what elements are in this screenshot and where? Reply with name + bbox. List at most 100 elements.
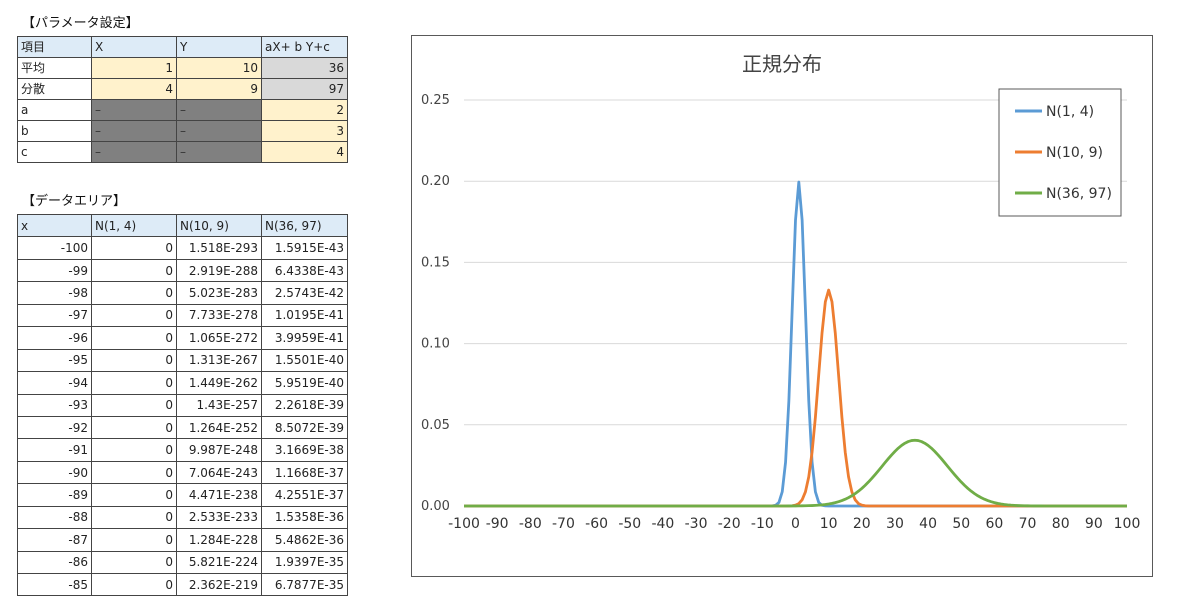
params-header-result[interactable]: aX+ b Y+c: [261, 36, 348, 58]
variance-y-cell[interactable]: 9: [176, 78, 262, 100]
x-tick-label: 90: [1085, 516, 1103, 532]
n2-cell[interactable]: 2.362E-219: [176, 572, 262, 596]
n1-cell[interactable]: 0: [91, 371, 177, 395]
mean-result-cell[interactable]: 36: [261, 57, 348, 79]
n3-cell[interactable]: 1.5501E-40: [261, 348, 348, 373]
n1-cell[interactable]: 0: [91, 438, 177, 462]
data-header-n2[interactable]: N(10, 9): [176, 213, 262, 238]
data-header-n1[interactable]: N(1, 4): [91, 213, 177, 238]
c-value-cell[interactable]: 4: [261, 141, 348, 163]
n1-cell[interactable]: 0: [91, 393, 177, 417]
n2-cell[interactable]: 1.264E-252: [176, 415, 262, 440]
n2-cell[interactable]: 9.987E-248: [176, 438, 262, 462]
n1-cell[interactable]: 0: [91, 528, 177, 552]
a-y-cell[interactable]: –: [176, 99, 262, 121]
params-row-label[interactable]: c: [17, 141, 92, 163]
n1-cell[interactable]: 0: [91, 460, 177, 485]
n3-cell[interactable]: 6.7877E-35: [261, 572, 348, 596]
n3-cell[interactable]: 6.4338E-43: [261, 258, 348, 283]
n2-cell[interactable]: 1.518E-293: [176, 236, 262, 260]
n3-cell[interactable]: 5.4862E-36: [261, 528, 348, 552]
x-cell[interactable]: -91: [17, 438, 92, 462]
n2-cell[interactable]: 7.064E-243: [176, 460, 262, 485]
b-y-cell[interactable]: –: [176, 120, 262, 142]
n3-cell[interactable]: 4.2551E-37: [261, 483, 348, 507]
n2-cell[interactable]: 7.733E-278: [176, 303, 262, 328]
params-row-b: b – – 3: [17, 120, 348, 142]
n3-cell[interactable]: 1.0195E-41: [261, 303, 348, 328]
legend-label: N(10, 9): [1046, 145, 1103, 161]
n1-cell[interactable]: 0: [91, 572, 177, 596]
n3-cell[interactable]: 5.9519E-40: [261, 371, 348, 395]
a-value-cell[interactable]: 2: [261, 99, 348, 121]
n1-cell[interactable]: 0: [91, 415, 177, 440]
data-header-n3[interactable]: N(36, 97): [261, 213, 348, 238]
x-cell[interactable]: -85: [17, 572, 92, 596]
params-row-label[interactable]: 平均: [17, 57, 92, 79]
x-cell[interactable]: -86: [17, 550, 92, 575]
params-row-variance: 分散 4 9 97: [17, 78, 348, 100]
n1-cell[interactable]: 0: [91, 258, 177, 283]
chart-frame[interactable]: 正規分布 0.00 0.05 0.10 0.15 0.20 0.25 -100 -90 -80…: [411, 35, 1153, 577]
n2-cell[interactable]: 5.023E-283: [176, 281, 262, 305]
x-cell[interactable]: -88: [17, 505, 92, 530]
x-cell[interactable]: -100: [17, 236, 92, 260]
b-value-cell[interactable]: 3: [261, 120, 348, 142]
n2-cell[interactable]: 2.533E-233: [176, 505, 262, 530]
n2-cell[interactable]: 1.065E-272: [176, 326, 262, 350]
n1-cell[interactable]: 0: [91, 236, 177, 260]
x-cell[interactable]: -99: [17, 258, 92, 283]
n2-cell[interactable]: 1.284E-228: [176, 528, 262, 552]
x-cell[interactable]: -93: [17, 393, 92, 417]
n3-cell[interactable]: 3.9959E-41: [261, 326, 348, 350]
params-row-label[interactable]: b: [17, 120, 92, 142]
x-cell[interactable]: -97: [17, 303, 92, 328]
n1-cell[interactable]: 0: [91, 303, 177, 328]
n1-cell[interactable]: 0: [91, 281, 177, 305]
data-header-x[interactable]: x: [17, 213, 92, 238]
x-cell[interactable]: -87: [17, 528, 92, 552]
params-header-item[interactable]: 項目: [17, 36, 92, 58]
x-cell[interactable]: -96: [17, 326, 92, 350]
variance-result-cell[interactable]: 97: [261, 78, 348, 100]
x-cell[interactable]: -90: [17, 460, 92, 485]
n2-cell[interactable]: 1.43E-257: [176, 393, 262, 417]
n3-cell[interactable]: 1.1668E-37: [261, 460, 348, 485]
x-cell[interactable]: -95: [17, 348, 92, 373]
n2-cell[interactable]: 1.449E-262: [176, 371, 262, 395]
n1-cell[interactable]: 0: [91, 550, 177, 575]
a-x-cell[interactable]: –: [91, 99, 177, 121]
n3-cell[interactable]: 1.9397E-35: [261, 550, 348, 575]
x-cell[interactable]: -94: [17, 371, 92, 395]
n3-cell[interactable]: 8.5072E-39: [261, 415, 348, 440]
n3-cell[interactable]: 3.1669E-38: [261, 438, 348, 462]
mean-y-cell[interactable]: 10: [176, 57, 262, 79]
mean-x-cell[interactable]: 1: [91, 57, 177, 79]
n1-cell[interactable]: 0: [91, 326, 177, 350]
n3-cell[interactable]: 2.5743E-42: [261, 281, 348, 305]
b-x-cell[interactable]: –: [91, 120, 177, 142]
n1-cell[interactable]: 0: [91, 348, 177, 373]
params-header-x[interactable]: X: [91, 36, 177, 58]
data-row: -94 0 1.449E-262 5.9519E-40: [17, 371, 348, 395]
x-cell[interactable]: -92: [17, 415, 92, 440]
n3-cell[interactable]: 1.5915E-43: [261, 236, 348, 260]
n2-cell[interactable]: 4.471E-238: [176, 483, 262, 507]
params-header-y[interactable]: Y: [176, 36, 262, 58]
n1-cell[interactable]: 0: [91, 505, 177, 530]
x-cell[interactable]: -98: [17, 281, 92, 305]
n1-cell[interactable]: 0: [91, 483, 177, 507]
params-row-label[interactable]: 分散: [17, 78, 92, 100]
x-cell[interactable]: -89: [17, 483, 92, 507]
variance-x-cell[interactable]: 4: [91, 78, 177, 100]
n3-cell[interactable]: 1.5358E-36: [261, 505, 348, 530]
c-y-cell[interactable]: –: [176, 141, 262, 163]
n2-cell[interactable]: 1.313E-267: [176, 348, 262, 373]
n2-cell[interactable]: 5.821E-224: [176, 550, 262, 575]
c-x-cell[interactable]: –: [91, 141, 177, 163]
n3-cell[interactable]: 2.2618E-39: [261, 393, 348, 417]
data-table: x N(1, 4) N(10, 9) N(36, 97) -100 0 1.518E…: [17, 213, 348, 596]
chart-legend[interactable]: N(1, 4) N(10, 9) N(36, 97): [998, 88, 1122, 217]
n2-cell[interactable]: 2.919E-288: [176, 258, 262, 283]
params-row-label[interactable]: a: [17, 99, 92, 121]
